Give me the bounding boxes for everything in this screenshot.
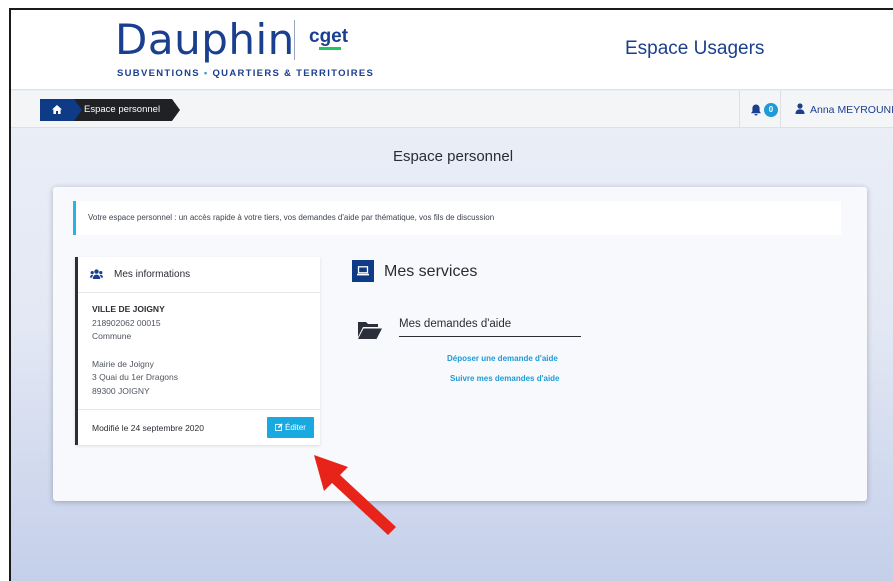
demandes-title: Mes demandes d'aide xyxy=(399,318,581,337)
breadcrumb-current: Espace personnel xyxy=(72,99,172,121)
logo-tagline: SUBVENTIONS • QUARTIERS & TERRITOIRES xyxy=(117,68,375,79)
logo-brand-text: Dauphin xyxy=(115,15,295,64)
address-line-2: 3 Quai du 1er Dragons xyxy=(92,372,178,382)
breadcrumb-bar: Espace personnel 0 Anna MEYROUNI xyxy=(11,91,893,128)
edit-button-label: Éditer xyxy=(285,423,306,432)
cget-logo: cget xyxy=(309,26,349,50)
home-icon xyxy=(52,105,62,114)
org-name: VILLE DE JOIGNY xyxy=(92,304,165,314)
info-panel: Mes informations VILLE DE JOIGNY 2189020… xyxy=(75,257,320,445)
folder-open-icon xyxy=(358,322,382,339)
modified-date: Modifié le 24 septembre 2020 xyxy=(92,423,204,433)
user-menu[interactable]: Anna MEYROUNI xyxy=(795,103,893,116)
info-panel-title: Mes informations xyxy=(114,269,191,280)
info-panel-header: Mes informations xyxy=(78,257,320,293)
services-icon-box xyxy=(352,260,374,282)
address-line-3: 89300 JOIGNY xyxy=(92,385,150,396)
user-name: Anna MEYROUNI xyxy=(810,104,893,116)
info-panel-body: VILLE DE JOIGNY 218902062 00015 Commune … xyxy=(92,303,178,398)
services-title: Mes services xyxy=(384,263,478,280)
logo-partner-text: cget xyxy=(309,26,349,47)
bell-icon xyxy=(751,104,761,116)
cget-underline xyxy=(319,47,341,50)
edit-icon xyxy=(275,423,283,431)
user-icon xyxy=(795,103,805,114)
address-line-1: Mairie de Joigny xyxy=(92,358,154,369)
intro-banner: Votre espace personnel : un accès rapide… xyxy=(73,201,841,235)
browser-viewport: Dauphin cget SUBVENTIONS • QUARTIERS & T… xyxy=(9,8,893,581)
notifications-button[interactable]: 0 xyxy=(739,91,781,128)
notification-count-badge: 0 xyxy=(764,103,778,117)
breadcrumb-home[interactable] xyxy=(40,99,74,121)
follow-requests-link[interactable]: Suivre mes demandes d'aide xyxy=(450,374,560,383)
deposit-request-link[interactable]: Déposer une demande d'aide xyxy=(447,354,558,363)
laptop-icon xyxy=(357,266,369,276)
info-panel-footer: Modifié le 24 septembre 2020 Éditer xyxy=(78,409,320,445)
org-type: Commune xyxy=(92,331,132,341)
portal-title: Espace Usagers xyxy=(625,38,765,59)
dauphin-logo[interactable]: Dauphin xyxy=(115,16,295,64)
annotation-arrow-icon xyxy=(314,455,396,535)
logo-divider xyxy=(294,20,295,60)
breadcrumb-home-arrow xyxy=(74,99,82,121)
users-icon xyxy=(90,269,103,279)
org-siret: 218902062 00015 xyxy=(92,317,161,328)
main-card: Votre espace personnel : un accès rapide… xyxy=(53,187,867,501)
page-title: Espace personnel xyxy=(392,148,514,165)
app-header: Dauphin cget SUBVENTIONS • QUARTIERS & T… xyxy=(11,10,893,90)
edit-button[interactable]: Éditer xyxy=(267,417,314,438)
breadcrumb-current-arrow xyxy=(172,99,180,121)
